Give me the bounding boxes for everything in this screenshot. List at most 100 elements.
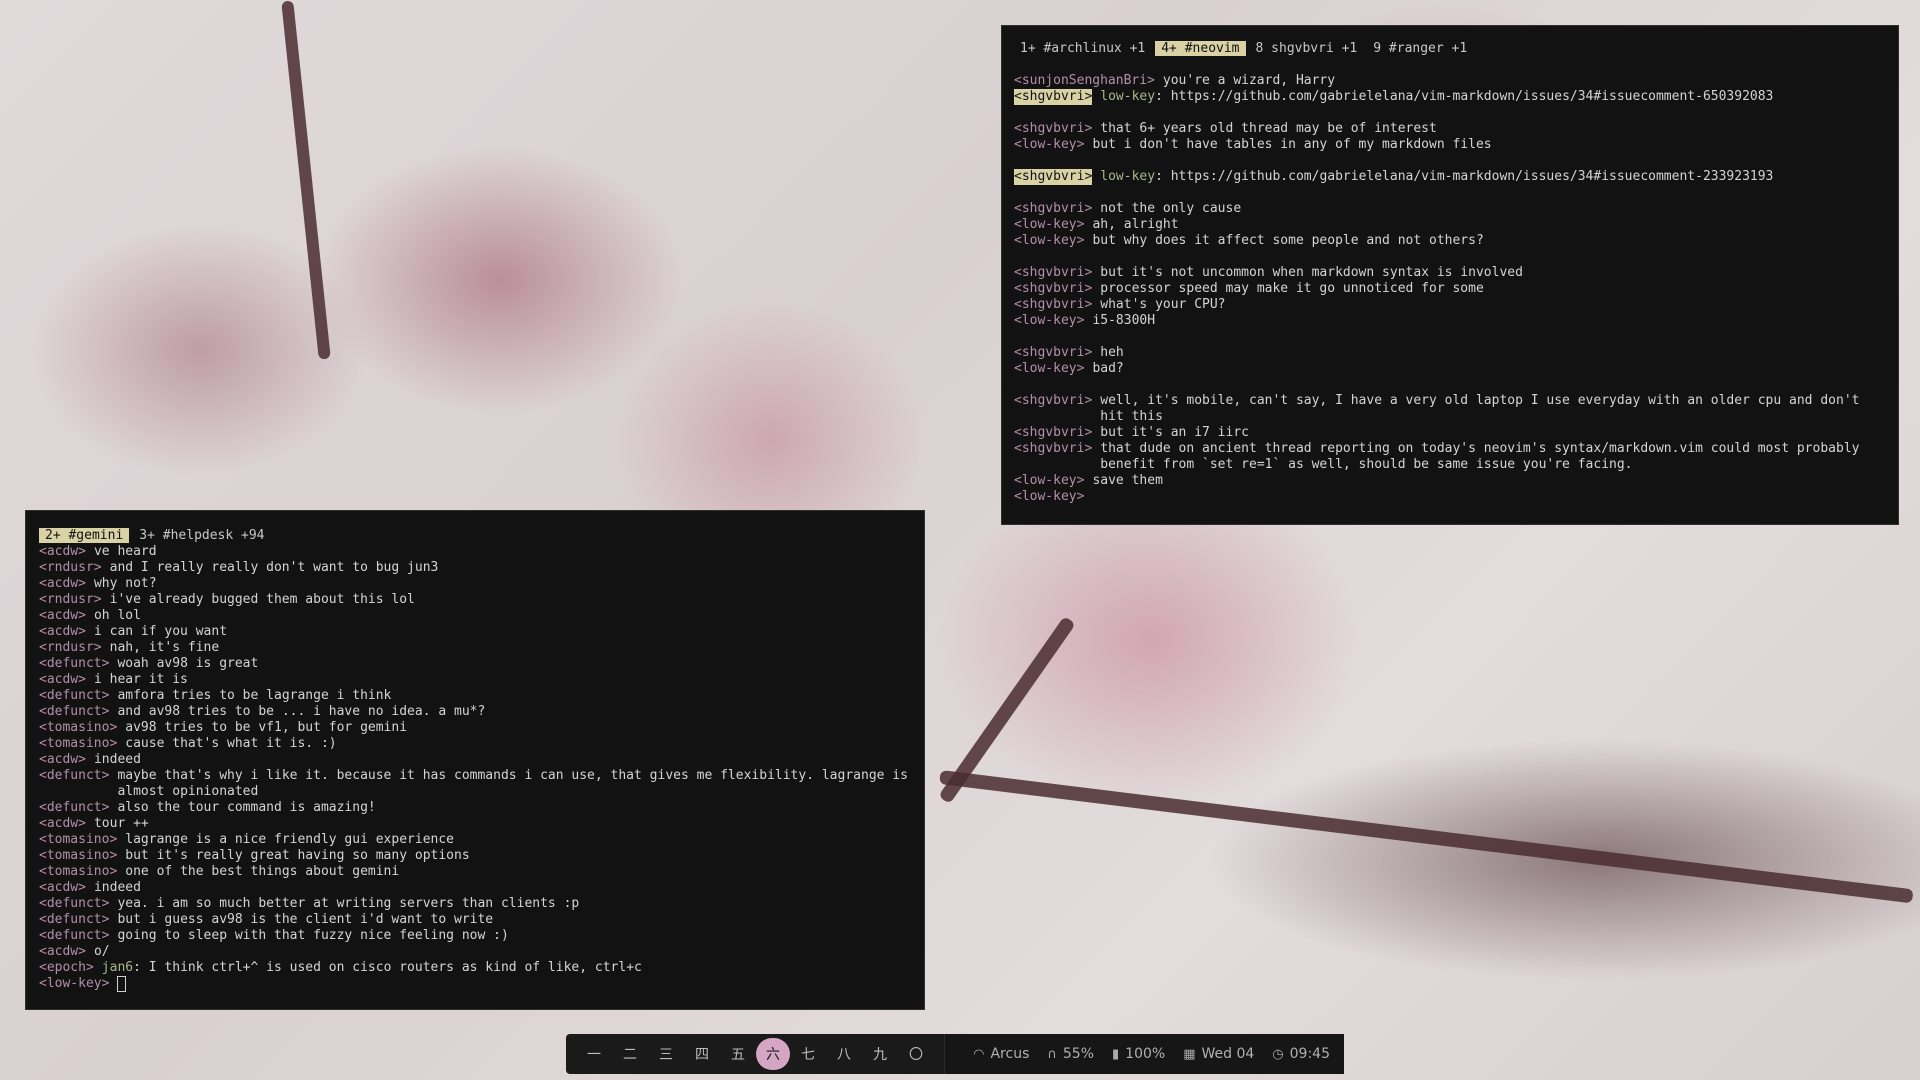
message-nick: <shgvbvri> (1014, 265, 1093, 280)
message-text: but why does it affect some people and n… (1092, 233, 1484, 248)
workspace-button[interactable]: 六 (756, 1038, 790, 1070)
chat-message: <acdw> why not? (39, 576, 911, 592)
chat-message: <shgvbvri> low-key: https://github.com/ga… (1014, 169, 1886, 185)
chat-message: <rndusr> nah, it's fine (39, 640, 911, 656)
message-body: but it's really great having so many opt… (117, 848, 911, 864)
message-body: bad? (1084, 361, 1886, 377)
date-label: Wed 04 (1201, 1046, 1255, 1062)
battery-label: 100% (1125, 1046, 1166, 1062)
message-text: but i guess av98 is the client i'd want … (117, 912, 494, 927)
workspace-button[interactable]: 一 (576, 1039, 612, 1069)
workspace-button[interactable]: 二 (612, 1039, 648, 1069)
message-nick: <shgvbvri> (1014, 393, 1093, 408)
message-text: i can if you want (93, 624, 228, 639)
message-body: amfora tries to be lagrange i think (109, 688, 911, 704)
workspace-button[interactable]: 九 (862, 1039, 898, 1069)
workspace-button[interactable]: 三 (648, 1039, 684, 1069)
message-text: what's your CPU? (1100, 297, 1226, 312)
chat-message: <acdw> o/ (39, 944, 911, 960)
message-nick: <shgvbvri> (1014, 89, 1093, 105)
status-bar: 一二三四五六七八九〇 ◠ Arcus ∩ 55% ▮ 100% ▦ Wed 04… (566, 1034, 1344, 1074)
message-nick: <low-key> (1014, 361, 1085, 376)
message-body: well, it's mobile, can't say, I have a v… (1092, 393, 1886, 425)
message-nick: <acdw> (39, 624, 86, 639)
message-text: oh lol (93, 608, 141, 623)
chat-message: <acdw> indeed (39, 880, 911, 896)
workspace-button[interactable]: 七 (790, 1039, 826, 1069)
message-gap (1014, 105, 1886, 121)
message-body: i can if you want (86, 624, 911, 640)
chat-message: <tomasino> lagrange is a nice friendly gu… (39, 832, 911, 848)
message-body: heh (1092, 345, 1886, 361)
channel-tab[interactable]: 4+ #neovim (1155, 41, 1246, 56)
message-text: o/ (93, 944, 110, 959)
clock-label: 09:45 (1289, 1046, 1330, 1062)
message-nick: <shgvbvri> (1014, 169, 1093, 185)
channel-tab[interactable]: 1+ #archlinux +1 (1014, 41, 1151, 56)
workspace-button[interactable]: 〇 (898, 1039, 934, 1069)
chat-message: <low-key> (1014, 489, 1886, 505)
workspace-button[interactable]: 八 (826, 1039, 862, 1069)
message-list: <sunjonSenghanBri> you're a wizard, Harry… (1014, 73, 1886, 505)
irc-window-neovim[interactable]: 1+ #archlinux +1 4+ #neovim 8 shgvbvri +1 9… (1001, 25, 1899, 525)
message-nick: <shgvbvri> (1014, 201, 1093, 216)
message-text: that dude on ancient thread reporting on… (1100, 441, 1868, 472)
message-body: but it's an i7 iirc (1092, 425, 1886, 441)
mention: low-key (1100, 89, 1156, 104)
workspace-button[interactable]: 四 (684, 1039, 720, 1069)
chat-message: <shgvbvri> heh (1014, 345, 1886, 361)
message-text: also the tour command is amazing! (117, 800, 376, 815)
message-body (109, 976, 911, 995)
message-nick: <acdw> (39, 544, 86, 559)
message-body: but it's not uncommon when markdown synt… (1092, 265, 1886, 281)
chat-message: <tomasino> but it's really great having s… (39, 848, 911, 864)
message-text: save them (1092, 473, 1163, 488)
message-text: cause that's what it is. :) (125, 736, 337, 751)
chat-message: <defunct> maybe that's why i like it. bec… (39, 768, 911, 800)
input-cursor[interactable] (117, 976, 127, 992)
volume-status[interactable]: ∩ 55% (1047, 1046, 1094, 1062)
channel-tab[interactable]: 8 shgvbvri +1 (1250, 41, 1364, 56)
message-nick: <rndusr> (39, 592, 102, 607)
message-text: but it's really great having so many opt… (125, 848, 470, 863)
chat-message: <acdw> indeed (39, 752, 911, 768)
message-gap (1014, 153, 1886, 169)
wifi-label: Arcus (990, 1046, 1030, 1062)
message-text: maybe that's why i like it. because it h… (117, 768, 916, 799)
chat-message: <acdw> tour ++ (39, 816, 911, 832)
message-nick: <defunct> (39, 800, 110, 815)
message-body: indeed (86, 752, 911, 768)
message-text: amfora tries to be lagrange i think (117, 688, 392, 703)
message-body: woah av98 is great (109, 656, 911, 672)
clock-icon: ◷ (1272, 1046, 1284, 1062)
message-text: i5-8300H (1092, 313, 1156, 328)
chat-message: <shgvbvri> well, it's mobile, can't say, … (1014, 393, 1886, 425)
channel-tab[interactable]: 3+ #helpdesk +94 (133, 528, 270, 543)
wifi-status[interactable]: ◠ Arcus (973, 1046, 1029, 1062)
workspace-button[interactable]: 五 (720, 1039, 756, 1069)
message-text: not the only cause (1100, 201, 1242, 216)
chat-message: <defunct> woah av98 is great (39, 656, 911, 672)
message-nick: <tomasino> (39, 736, 118, 751)
message-nick: <tomasino> (39, 832, 118, 847)
message-body: ve heard (86, 544, 911, 560)
message-nick: <defunct> (39, 688, 110, 703)
irc-window-gemini[interactable]: 2+ #gemini 3+ #helpdesk +94 <acdw> ve hear… (25, 510, 925, 1010)
volume-label: 55% (1062, 1046, 1095, 1062)
chat-message: <defunct> but i guess av98 is the client … (39, 912, 911, 928)
chat-message: <shgvbvri> not the only cause (1014, 201, 1886, 217)
message-nick: <defunct> (39, 768, 110, 783)
message-text: ve heard (93, 544, 157, 559)
message-body: av98 tries to be vf1, but for gemini (117, 720, 911, 736)
clock-status[interactable]: ◷ 09:45 (1272, 1046, 1330, 1062)
message-list: <acdw> ve heard <rndusr> and I really reall… (39, 544, 911, 995)
message-body: i've already bugged them about this lol (102, 592, 911, 608)
date-status[interactable]: ▦ Wed 04 (1183, 1046, 1254, 1062)
message-nick: <shgvbvri> (1014, 281, 1093, 296)
message-nick: <defunct> (39, 896, 110, 911)
message-body: why not? (86, 576, 911, 592)
channel-tab[interactable]: 2+ #gemini (39, 528, 130, 543)
channel-tab[interactable]: 9 #ranger +1 (1367, 41, 1473, 56)
message-body: tour ++ (86, 816, 911, 832)
message-text: but it's not uncommon when markdown synt… (1100, 265, 1523, 280)
